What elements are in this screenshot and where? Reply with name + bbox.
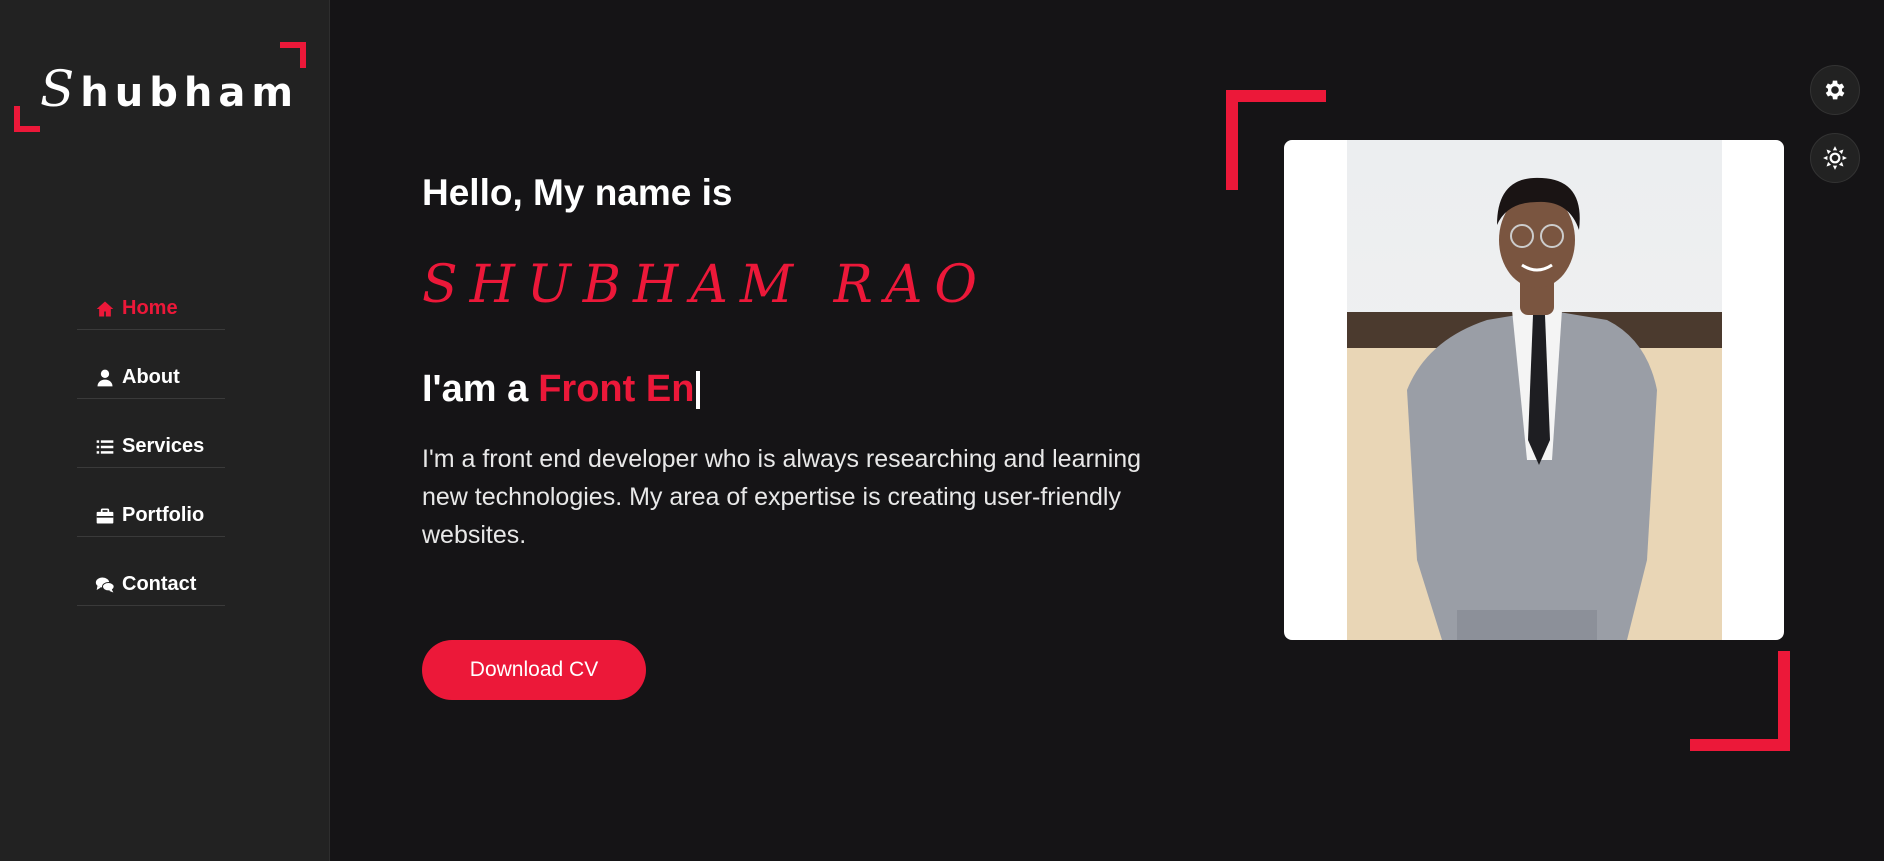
- nav-item-label: Portfolio: [122, 504, 205, 526]
- person-figure: [1407, 177, 1657, 640]
- hero-description: I'm a front end developer who is always …: [422, 445, 1142, 549]
- greeting: Hello, My name is: [422, 172, 733, 213]
- app: Shubham Home About Services Portfolio Co…: [0, 0, 1884, 861]
- role-prefix: I'am a: [422, 368, 529, 410]
- nav-item-label: Services: [122, 435, 205, 457]
- logo-text: Shubham: [40, 60, 299, 118]
- nav-item-home[interactable]: Home: [77, 288, 225, 330]
- typing-cursor: [696, 370, 701, 409]
- nav-item-label: Home: [122, 297, 178, 319]
- profile-photo-image: [1347, 140, 1722, 640]
- comments-icon: [94, 574, 116, 596]
- briefcase-icon: [94, 505, 116, 527]
- logo-first-letter: S: [40, 60, 81, 118]
- nav-item-services[interactable]: Services: [77, 426, 225, 468]
- logo[interactable]: Shubham: [14, 42, 306, 132]
- nav-item-about[interactable]: About: [77, 357, 225, 399]
- role-line: I'am a Front En: [422, 368, 701, 411]
- sun-icon: [1822, 145, 1848, 171]
- photo-corner-bottom-right: [1690, 651, 1790, 751]
- nav-item-contact[interactable]: Contact: [77, 564, 225, 606]
- nav-item-label: About: [122, 366, 180, 388]
- style-switcher-button[interactable]: [1810, 65, 1860, 115]
- nav-item-label: Contact: [122, 573, 197, 595]
- sidebar: Shubham Home About Services Portfolio Co…: [0, 0, 330, 861]
- home-icon: [94, 298, 116, 320]
- gear-icon: [1822, 77, 1848, 103]
- role-typed: Front En: [538, 368, 695, 410]
- download-cv-button[interactable]: Download CV: [422, 640, 646, 700]
- profile-photo: [1284, 140, 1784, 640]
- user-icon: [94, 367, 116, 389]
- hero-name: SHUBHAM RAO: [422, 255, 990, 315]
- logo-corner-bottom-left: [14, 106, 40, 132]
- main-nav: Home About Services Portfolio Contact: [77, 288, 225, 633]
- logo-rest: hubham: [80, 70, 299, 116]
- nav-item-portfolio[interactable]: Portfolio: [77, 495, 225, 537]
- list-icon: [94, 436, 116, 458]
- day-night-toggle[interactable]: [1810, 133, 1860, 183]
